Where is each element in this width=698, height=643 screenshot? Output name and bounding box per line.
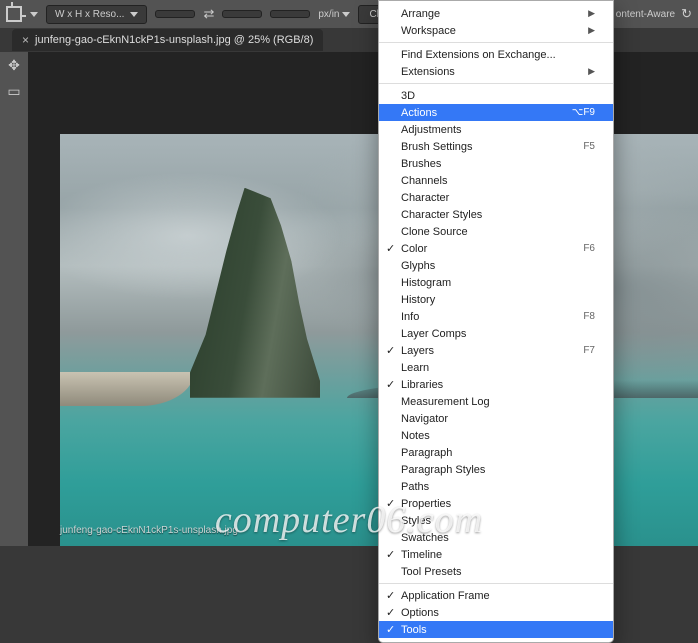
units-dropdown[interactable]: px/in [318,9,350,20]
menu-item-measurement-log[interactable]: Measurement Log [379,393,613,410]
menu-item-color[interactable]: ✓ColorF6 [379,240,613,257]
chevron-down-icon [130,12,138,17]
move-tool-icon[interactable]: ✥ [0,52,28,78]
menu-item-history[interactable]: History [379,291,613,308]
menu-separator [379,583,613,584]
menu-item-glyphs[interactable]: Glyphs [379,257,613,274]
ratio-dropdown[interactable]: W x H x Reso... [46,5,147,24]
menu-item-application-frame[interactable]: ✓Application Frame [379,587,613,604]
shortcut: ⌥F9 [572,107,595,118]
menu-item-timeline[interactable]: ✓Timeline [379,546,613,563]
shortcut: F6 [583,243,595,254]
menu-item-actions[interactable]: Actions⌥F9 [379,104,613,121]
tab-title: junfeng-gao-cEknN1ckP1s-unsplash.jpg @ 2… [35,34,313,46]
shortcut: F7 [583,345,595,356]
menu-item-3d[interactable]: 3D [379,87,613,104]
menu-separator [379,42,613,43]
menu-item-brushes[interactable]: Brushes [379,155,613,172]
menu-item-properties[interactable]: ✓Properties [379,495,613,512]
menu-item-libraries[interactable]: ✓Libraries [379,376,613,393]
units-label: px/in [318,9,339,20]
fill-label: ontent-Aware [616,9,675,20]
fill-fragment: ontent-Aware ↻ [616,6,692,22]
submenu-arrow-icon: ▶ [588,66,595,77]
menu-item-paragraph[interactable]: Paragraph [379,444,613,461]
ratio-label: W x H x Reso... [55,9,124,20]
menu-item-channels[interactable]: Channels [379,172,613,189]
shortcut: F8 [583,311,595,322]
menu-item-histogram[interactable]: Histogram [379,274,613,291]
tool-preset-caret-icon[interactable] [30,12,38,17]
menu-item-swatches[interactable]: Swatches [379,529,613,546]
menu-item-character[interactable]: Character [379,189,613,206]
menu-item-paragraph-styles[interactable]: Paragraph Styles [379,461,613,478]
menu-item-layers[interactable]: ✓LayersF7 [379,342,613,359]
menu-item-paths[interactable]: Paths [379,478,613,495]
menu-item-tools[interactable]: ✓Tools [379,621,613,638]
check-icon: ✓ [386,378,395,391]
check-icon: ✓ [386,548,395,561]
menu-item-tool-presets[interactable]: Tool Presets [379,563,613,580]
tools-panel: ✥ ▭ [0,52,28,546]
window-menu: Arrange▶ Workspace▶ Find Extensions on E… [378,0,614,643]
marquee-tool-icon[interactable]: ▭ [0,78,28,104]
submenu-arrow-icon: ▶ [588,8,595,19]
close-icon[interactable]: × [22,33,29,47]
submenu-arrow-icon: ▶ [588,25,595,36]
check-icon: ✓ [386,606,395,619]
menu-item-arrange[interactable]: Arrange▶ [379,5,613,22]
check-icon: ✓ [386,497,395,510]
check-icon: ✓ [386,344,395,357]
check-icon: ✓ [386,242,395,255]
menu-item-find-extensions[interactable]: Find Extensions on Exchange... [379,46,613,63]
menu-item-notes[interactable]: Notes [379,427,613,444]
menu-item-brush-settings[interactable]: Brush SettingsF5 [379,138,613,155]
shortcut: F5 [583,141,595,152]
beach [60,372,194,406]
menu-item-navigator[interactable]: Navigator [379,410,613,427]
swap-dimensions-icon[interactable]: ⇄ [203,6,214,22]
menu-item-info[interactable]: InfoF8 [379,308,613,325]
crop-tool-icon[interactable] [6,6,22,22]
menu-item-character-styles[interactable]: Character Styles [379,206,613,223]
menu-item-extensions[interactable]: Extensions▶ [379,63,613,80]
menu-separator [379,83,613,84]
resolution-input[interactable] [270,10,310,18]
chevron-down-icon [342,12,350,17]
check-icon: ✓ [386,623,395,636]
menu-item-workspace[interactable]: Workspace▶ [379,22,613,39]
menu-item-clone-source[interactable]: Clone Source [379,223,613,240]
reset-icon[interactable]: ↻ [681,6,692,22]
menu-item-adjustments[interactable]: Adjustments [379,121,613,138]
check-icon: ✓ [386,589,395,602]
menu-item-layer-comps[interactable]: Layer Comps [379,325,613,342]
width-input[interactable] [155,10,195,18]
menu-item-options[interactable]: ✓Options [379,604,613,621]
menu-item-styles[interactable]: Styles [379,512,613,529]
document-tab[interactable]: × junfeng-gao-cEknN1ckP1s-unsplash.jpg @… [12,29,323,51]
menu-item-learn[interactable]: Learn [379,359,613,376]
footer-filename: junfeng-gao-cEknN1ckP1s-unsplash.jpg [60,525,238,536]
height-input[interactable] [222,10,262,18]
